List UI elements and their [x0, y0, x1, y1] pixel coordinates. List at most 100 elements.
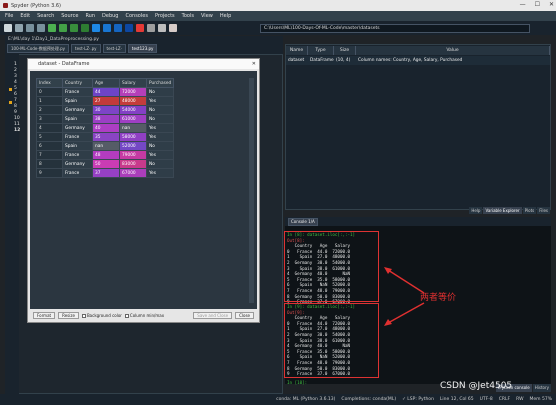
cell-purchased[interactable]: Yes [145, 123, 175, 133]
cell-purchased[interactable]: No [145, 87, 175, 97]
open-file-icon[interactable] [15, 24, 23, 32]
maximize-button[interactable]: ☐ [535, 1, 540, 8]
ve-header-type[interactable]: Type [308, 46, 334, 55]
cell-country[interactable]: France [62, 150, 93, 160]
table-row[interactable]: 1 Spain 27 48000 Yes [36, 96, 175, 106]
cell-age[interactable]: 44 [92, 87, 120, 97]
cell-country[interactable]: Spain [62, 114, 93, 124]
cell-purchased[interactable]: Yes [145, 132, 175, 142]
cell-salary[interactable]: 79000 [119, 150, 147, 160]
debug-icon[interactable] [92, 24, 100, 32]
table-row[interactable]: 5 France 35 58000 Yes [36, 132, 175, 142]
ve-header-name[interactable]: Name [286, 46, 308, 55]
format-button[interactable]: Format [33, 312, 56, 319]
cell-purchased[interactable]: Yes [145, 96, 175, 106]
cell-age[interactable]: 48 [92, 150, 120, 160]
dataframe-table[interactable]: Index Country Age Salary Purchased 0 Fran… [36, 78, 175, 178]
table-row[interactable]: 4 Germany 40 nan Yes [36, 123, 175, 133]
cell-purchased[interactable]: Yes [145, 168, 175, 178]
editor-tab-active[interactable]: test123.py [127, 44, 158, 53]
menu-search[interactable]: Search [37, 13, 54, 19]
cell-salary[interactable]: 48000 [119, 96, 147, 106]
cell-index[interactable]: 8 [36, 159, 63, 169]
cell-purchased[interactable]: No [145, 159, 175, 169]
menu-run[interactable]: Run [85, 13, 95, 19]
editor-tab[interactable]: test-LZ· [102, 44, 126, 53]
cell-salary[interactable]: 58000 [119, 132, 147, 142]
cell-purchased[interactable]: No [145, 114, 175, 124]
cell-age[interactable]: 50 [92, 159, 120, 169]
table-row[interactable]: 7 France 48 79000 Yes [36, 150, 175, 160]
dialog-close-button[interactable]: Close [235, 312, 254, 319]
cell-salary[interactable]: 83000 [119, 159, 147, 169]
continue-icon[interactable] [125, 24, 133, 32]
cell-salary[interactable]: 54000 [119, 105, 147, 115]
save-and-close-button[interactable]: Save and Close [193, 312, 233, 319]
cell-salary[interactable]: nan [119, 123, 147, 133]
tab-help[interactable]: Help [469, 207, 483, 214]
column-header-purchased[interactable]: Purchased [145, 78, 175, 88]
stop-icon[interactable] [136, 24, 144, 32]
background-color-checkbox[interactable]: Background color [81, 313, 122, 318]
cell-country[interactable]: Spain [62, 141, 93, 151]
column-header-age[interactable]: Age [92, 78, 120, 88]
dialog-close-icon[interactable]: ✕ [252, 59, 256, 69]
menu-source[interactable]: Source [61, 13, 78, 19]
cell-index[interactable]: 5 [36, 132, 63, 142]
cell-country[interactable]: France [62, 132, 93, 142]
cell-age[interactable]: 27 [92, 96, 120, 106]
table-row[interactable]: 6 Spain nan 52000 No [36, 141, 175, 151]
cell-purchased[interactable]: Yes [145, 150, 175, 160]
maximize-pane-icon[interactable] [147, 24, 155, 32]
cell-country[interactable]: Spain [62, 96, 93, 106]
cell-age[interactable]: nan [92, 141, 120, 151]
dataframe-scrollbar[interactable] [249, 78, 254, 303]
cell-index[interactable]: 0 [36, 87, 63, 97]
cell-age[interactable]: 35 [92, 132, 120, 142]
tab-history[interactable]: History [532, 384, 551, 392]
cell-age[interactable]: 38 [92, 114, 120, 124]
step-into-icon[interactable] [114, 24, 122, 32]
menu-consoles[interactable]: Consoles [125, 13, 147, 19]
cell-purchased[interactable]: No [145, 105, 175, 115]
checkbox-checked-icon[interactable] [81, 313, 86, 318]
cell-age[interactable]: 37 [92, 168, 120, 178]
run-selection-icon[interactable] [81, 24, 89, 32]
cell-index[interactable]: 2 [36, 105, 63, 115]
cell-age[interactable]: 30 [92, 105, 120, 115]
working-directory-input[interactable]: C:\Users\ML\100-Days-Of-ML-Code\master\d… [260, 24, 530, 33]
cell-index[interactable]: 4 [36, 123, 63, 133]
cell-index[interactable]: 9 [36, 168, 63, 178]
table-row[interactable]: 3 Spain 38 61000 No [36, 114, 175, 124]
step-icon[interactable] [103, 24, 111, 32]
cell-salary[interactable]: 61000 [119, 114, 147, 124]
cell-age[interactable]: 40 [92, 123, 120, 133]
run-cell-icon[interactable] [59, 24, 67, 32]
resize-button[interactable]: Resize [58, 312, 79, 319]
save-icon[interactable] [26, 24, 34, 32]
run-icon[interactable] [48, 24, 56, 32]
menu-edit[interactable]: Edit [20, 13, 30, 19]
editor-tab[interactable]: test-LZ·.py [71, 44, 101, 53]
menu-help[interactable]: Help [220, 13, 231, 19]
tab-files[interactable]: Files [537, 207, 550, 214]
cell-index[interactable]: 6 [36, 141, 63, 151]
save-all-icon[interactable] [37, 24, 45, 32]
cell-country[interactable]: Germany [62, 105, 93, 115]
table-row[interactable]: 8 Germany 50 83000 No [36, 159, 175, 169]
cell-country[interactable]: France [62, 87, 93, 97]
column-minmax-checkbox[interactable]: Column min/max [124, 313, 164, 318]
cell-purchased[interactable]: No [145, 141, 175, 151]
cell-index[interactable]: 3 [36, 114, 63, 124]
column-header-country[interactable]: Country [62, 78, 93, 88]
cell-country[interactable]: France [62, 168, 93, 178]
ve-header-size[interactable]: Size [334, 46, 356, 55]
cell-index[interactable]: 1 [36, 96, 63, 106]
table-row[interactable]: 0 France 44 72000 No [36, 87, 175, 97]
minimize-button[interactable]: — [520, 1, 526, 8]
table-row[interactable]: 9 France 37 67000 Yes [36, 168, 175, 178]
menu-projects[interactable]: Projects [155, 13, 175, 19]
run-cell-advance-icon[interactable] [70, 24, 78, 32]
menu-debug[interactable]: Debug [102, 13, 118, 19]
new-file-icon[interactable] [4, 24, 12, 32]
